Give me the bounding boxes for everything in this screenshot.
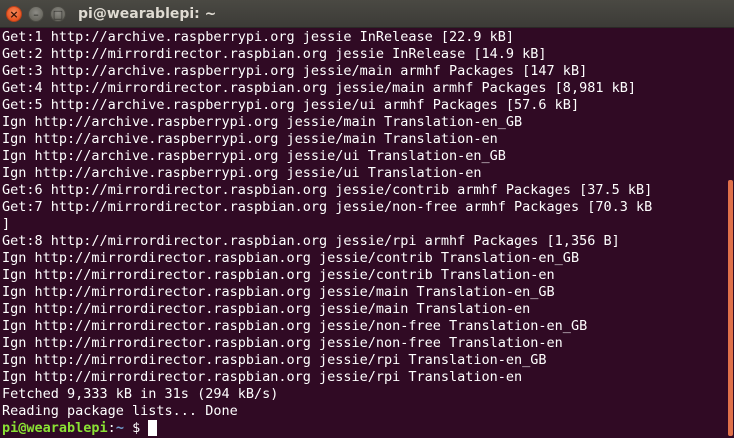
terminal-line: Ign http://archive.raspberrypi.org jessi…	[2, 114, 523, 130]
window-title: pi@wearablepi: ~	[78, 6, 217, 22]
terminal-line: Ign http://mirrordirector.raspbian.org j…	[2, 267, 555, 283]
prompt-separator: :	[107, 420, 116, 436]
prompt-symbol: $	[123, 420, 149, 436]
close-icon: ×	[9, 8, 19, 21]
shell-prompt[interactable]: pi@wearablepi:~ $	[2, 420, 724, 437]
terminal-line: Ign http://mirrordirector.raspbian.org j…	[2, 369, 523, 385]
terminal-line: ]	[2, 216, 11, 232]
terminal-line: Get:6 http://mirrordirector.raspbian.org…	[2, 182, 653, 198]
terminal-window: × – □ pi@wearablepi: ~ Get:1 http://arch…	[0, 0, 734, 438]
prompt-path: ~	[115, 420, 124, 436]
minimize-button[interactable]: –	[28, 6, 44, 22]
terminal-line: Get:5 http://archive.raspberrypi.org jes…	[2, 97, 580, 113]
terminal-line: Get:3 http://archive.raspberrypi.org jes…	[2, 63, 588, 79]
terminal-line: Ign http://mirrordirector.raspbian.org j…	[2, 318, 588, 334]
terminal-line: Get:4 http://mirrordirector.raspbian.org…	[2, 80, 636, 96]
terminal-line: Ign http://mirrordirector.raspbian.org j…	[2, 284, 555, 300]
terminal-line: Ign http://mirrordirector.raspbian.org j…	[2, 335, 563, 351]
text-cursor	[148, 420, 158, 436]
terminal-line: Get:2 http://mirrordirector.raspbian.org…	[2, 46, 547, 62]
scrollbar[interactable]	[728, 180, 733, 436]
maximize-button[interactable]: □	[50, 6, 66, 22]
prompt-user-host: pi@wearablepi	[2, 420, 108, 436]
terminal-line: Ign http://archive.raspberrypi.org jessi…	[2, 148, 506, 164]
terminal-line: Ign http://mirrordirector.raspbian.org j…	[2, 250, 580, 266]
minimize-icon: –	[33, 8, 39, 21]
terminal-output[interactable]: Get:1 http://archive.raspberrypi.org jes…	[2, 29, 724, 438]
terminal-line: Get:7 http://mirrordirector.raspbian.org…	[2, 199, 653, 215]
terminal-line: Get:1 http://archive.raspberrypi.org jes…	[2, 29, 515, 45]
terminal-line: Ign http://archive.raspberrypi.org jessi…	[2, 131, 498, 147]
terminal-line: Ign http://mirrordirector.raspbian.org j…	[2, 301, 531, 317]
maximize-icon: □	[52, 8, 64, 21]
terminal-line: Ign http://mirrordirector.raspbian.org j…	[2, 352, 547, 368]
title-bar[interactable]: × – □ pi@wearablepi: ~	[0, 0, 734, 28]
terminal-line: Fetched 9,333 kB in 31s (294 kB/s)	[2, 386, 279, 402]
terminal-line: Get:8 http://mirrordirector.raspbian.org…	[2, 233, 620, 249]
close-button[interactable]: ×	[6, 6, 22, 22]
terminal-line: Reading package lists... Done	[2, 403, 238, 419]
terminal-line: Ign http://archive.raspberrypi.org jessi…	[2, 165, 482, 181]
